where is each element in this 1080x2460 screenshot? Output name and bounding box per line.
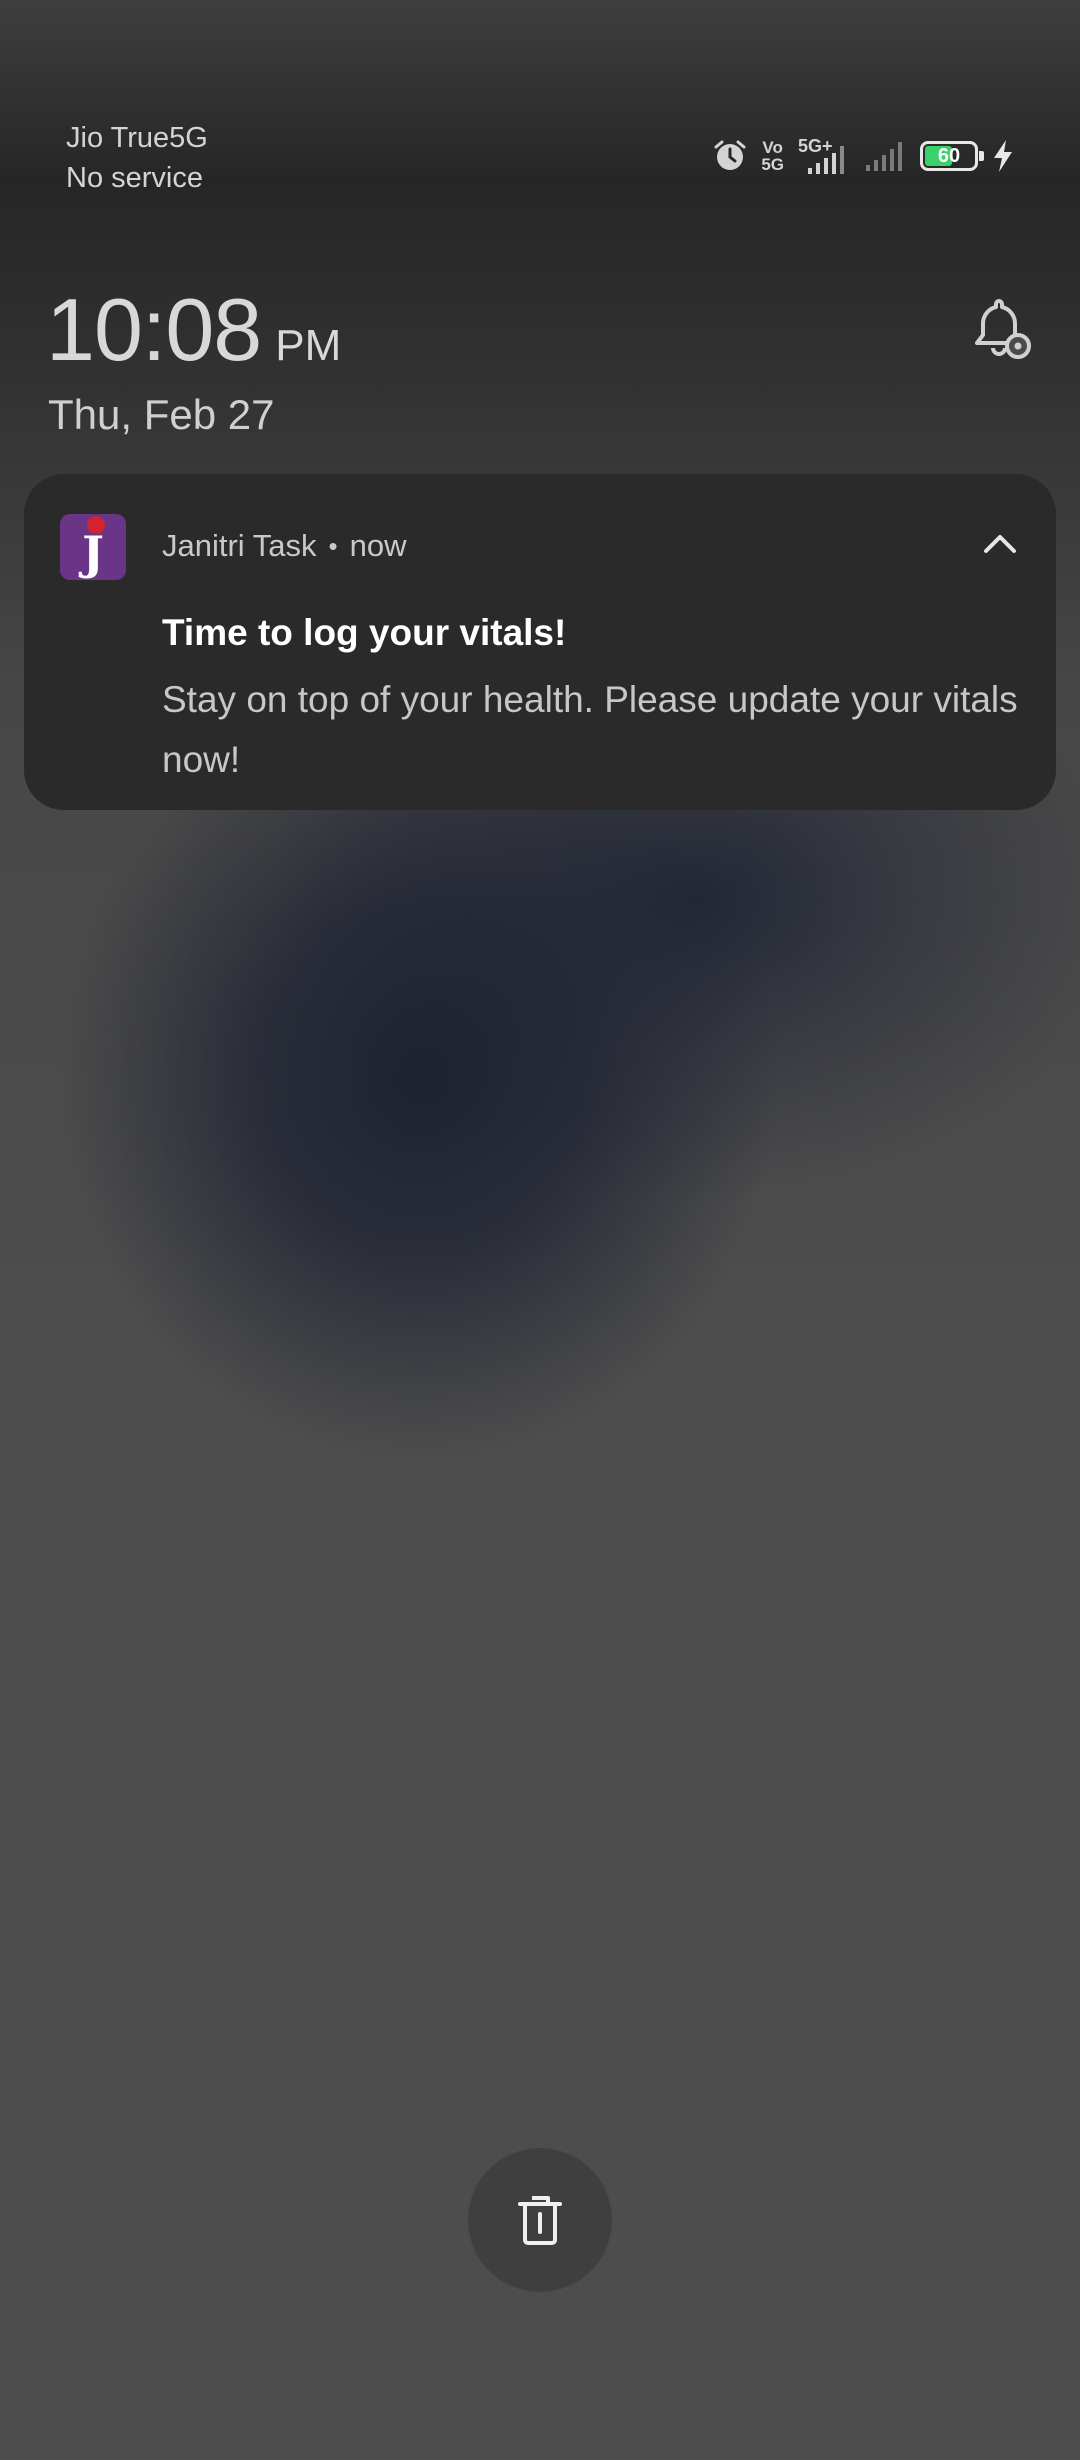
chevron-up-icon[interactable]	[978, 522, 1022, 566]
charging-bolt-icon	[994, 140, 1012, 172]
notification-body: Stay on top of your health. Please updat…	[162, 679, 1018, 780]
carrier-name: Jio True5G	[66, 122, 208, 154]
volte-top-label: Vo	[762, 138, 783, 157]
carrier-status: No service	[66, 162, 203, 194]
battery-icon: 60	[920, 141, 984, 171]
volte-bottom-label: 5G	[761, 155, 784, 174]
trash-icon	[518, 2196, 562, 2245]
alarm-icon	[714, 140, 746, 170]
volte-icon: Vo 5G	[761, 139, 784, 173]
lock-screen: Jio True5G No service Vo 5G 5G+ 60 10:08…	[0, 0, 1080, 2460]
status-icons: Vo 5G 5G+ 60	[713, 134, 1014, 178]
lock-date: Thu, Feb 27	[48, 391, 275, 438]
lock-clock: 10:08 PM	[46, 280, 341, 380]
carrier-info: Jio True5G No service	[66, 118, 208, 198]
signal-empty-icon	[866, 142, 902, 171]
battery-percent: 60	[937, 145, 961, 167]
app-icon-letter: J	[82, 526, 104, 580]
notification-title: Time to log your vitals!	[162, 612, 567, 653]
clear-all-button[interactable]	[468, 2148, 612, 2292]
notification-card[interactable]: J Janitri Task • now Time to log your vi…	[24, 474, 1056, 810]
battery-nub	[979, 151, 984, 161]
app-icon: J	[60, 514, 126, 580]
clock-ampm: PM	[275, 321, 342, 370]
app-name: Janitri Task	[162, 528, 317, 563]
signal-5g-icon: 5G+	[798, 134, 848, 178]
header-separator: •	[328, 531, 338, 561]
bell-settings-icon[interactable]	[966, 296, 1036, 366]
notification-time: now	[349, 528, 407, 563]
clock-time: 10:08	[46, 280, 262, 379]
notification-header: Janitri Task • now	[162, 526, 406, 566]
